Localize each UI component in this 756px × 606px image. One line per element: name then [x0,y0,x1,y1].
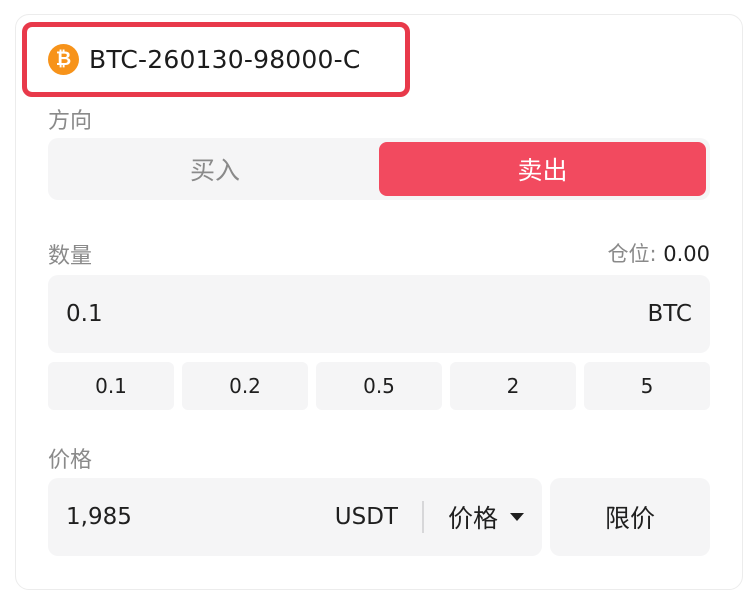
price-value: 1,985 [66,504,132,530]
price-input[interactable]: 1,985 USDT 价格 [48,478,542,556]
direction-label: 方向 [48,109,93,134]
quantity-label: 数量 [48,244,93,269]
preset-button[interactable]: 2 [450,362,576,410]
direction-toggle: 买入 卖出 [48,138,710,200]
quantity-value: 0.1 [66,301,103,327]
position-info: 仓位: 0.00 [607,238,710,268]
bitcoin-icon: ₿ [48,44,79,75]
divider [421,501,424,533]
instrument-name: BTC-260130-98000-C [89,45,361,74]
price-label: 价格 [48,448,93,473]
quantity-presets: 0.1 0.2 0.5 2 5 [48,362,710,410]
limit-order-button[interactable]: 限价 [550,478,710,556]
position-value: 0.00 [663,242,710,266]
sell-button[interactable]: 卖出 [379,142,706,196]
price-type-dropdown[interactable]: 价格 [448,499,524,535]
preset-button[interactable]: 0.2 [182,362,308,410]
instrument-selector[interactable]: ₿ BTC-260130-98000-C [22,22,410,97]
position-label: 仓位: [607,242,657,266]
preset-button[interactable]: 0.1 [48,362,174,410]
preset-button[interactable]: 0.5 [316,362,442,410]
quantity-input[interactable]: 0.1 BTC [48,275,710,353]
preset-button[interactable]: 5 [584,362,710,410]
buy-button[interactable]: 买入 [52,142,378,196]
price-unit: USDT [334,504,398,530]
price-type-label: 价格 [447,504,498,533]
quantity-unit: BTC [647,301,692,327]
caret-down-icon [510,513,524,521]
